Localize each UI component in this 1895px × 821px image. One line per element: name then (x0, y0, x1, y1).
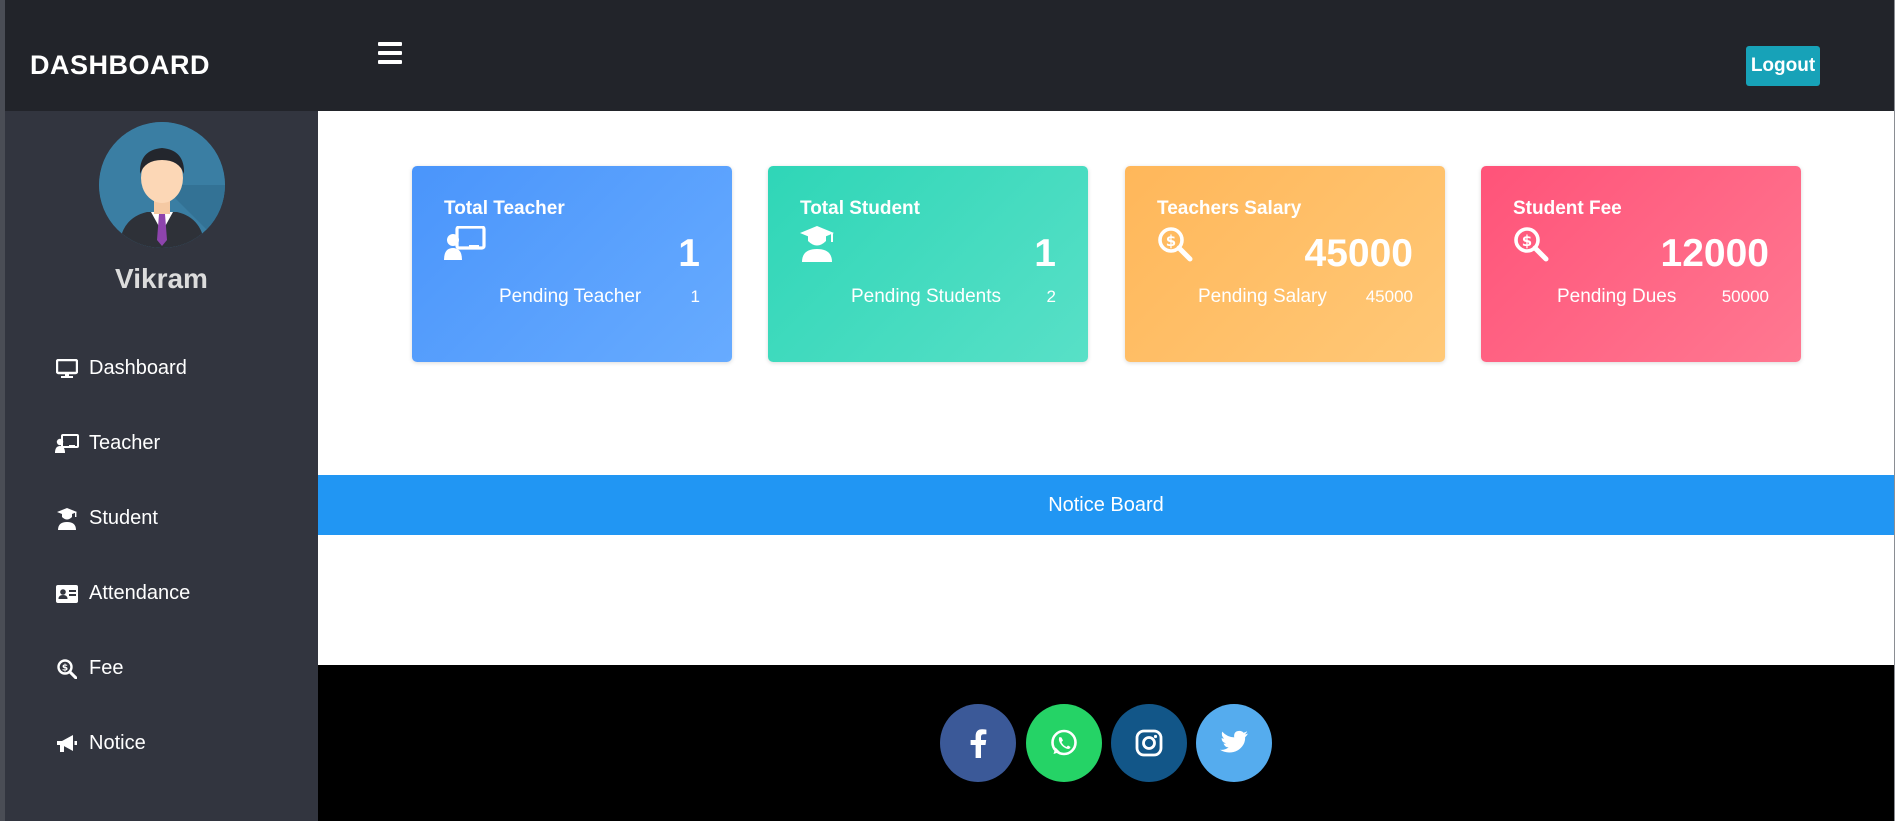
sidebar-item-attendance[interactable]: Attendance (5, 556, 318, 631)
sidebar: Vikram Dashboard Teacher Student Attenda… (5, 111, 318, 821)
stat-card-total-teacher[interactable]: Total Teacher 1 Pending Teacher 1 (412, 166, 732, 362)
sidebar-item-label: Fee (89, 657, 124, 679)
brand-title: DASHBOARD (30, 50, 210, 80)
sidebar-item-student[interactable]: Student (5, 481, 318, 556)
stat-card-teachers-salary[interactable]: Teachers Salary $ 45000 Pending Salary 4… (1125, 166, 1445, 362)
card-value: 12000 (1660, 232, 1769, 275)
teacher-icon (55, 432, 79, 456)
svg-text:$: $ (62, 663, 68, 673)
main-content: Total Teacher 1 Pending Teacher 1 Total … (318, 111, 1894, 665)
svg-text:$: $ (1166, 232, 1176, 250)
user-name: Vikram (115, 263, 208, 294)
search-dollar-icon: $ (1157, 226, 1199, 262)
whatsapp-icon[interactable] (1026, 704, 1102, 782)
monitor-icon (55, 357, 79, 381)
svg-text:$: $ (1522, 232, 1532, 250)
notice-board-header: Notice Board (318, 475, 1894, 535)
card-title: Teachers Salary (1157, 198, 1302, 219)
sidebar-item-label: Student (89, 507, 158, 529)
card-pending-label: Pending Students (851, 286, 1002, 307)
card-value: 1 (1034, 232, 1056, 275)
sidebar-nav: Dashboard Teacher Student Attendance $ F… (5, 331, 318, 781)
card-pending-value: 2 (1046, 287, 1056, 306)
card-pending-value: 1 (690, 287, 700, 306)
card-title: Student Fee (1513, 198, 1622, 219)
card-title: Total Student (800, 198, 920, 219)
card-pending-value: 45000 (1365, 287, 1413, 306)
top-header: DASHBOARD Logout (5, 0, 1894, 111)
footer (318, 665, 1894, 821)
sidebar-item-dashboard[interactable]: Dashboard (5, 331, 318, 406)
search-dollar-icon: $ (1513, 226, 1555, 262)
sidebar-item-fee[interactable]: $ Fee (5, 631, 318, 706)
avatar (99, 122, 225, 248)
card-value: 45000 (1304, 232, 1413, 275)
id-card-icon (55, 582, 79, 606)
card-pending-label: Pending Teacher (499, 286, 642, 307)
sidebar-item-label: Attendance (89, 582, 191, 604)
sidebar-item-label: Notice (89, 732, 146, 754)
twitter-icon[interactable] (1196, 704, 1272, 782)
facebook-icon[interactable] (940, 704, 1016, 782)
stat-card-student-fee[interactable]: Student Fee $ 12000 Pending Dues 50000 (1481, 166, 1801, 362)
card-value: 1 (678, 232, 700, 275)
megaphone-icon (55, 732, 79, 756)
logout-button[interactable]: Logout (1746, 46, 1820, 86)
instagram-icon[interactable] (1111, 704, 1187, 782)
card-pending-value: 50000 (1721, 287, 1769, 306)
menu-toggle-icon[interactable] (378, 42, 402, 64)
stat-cards: Total Teacher 1 Pending Teacher 1 Total … (412, 166, 1812, 362)
sidebar-item-label: Teacher (89, 432, 161, 454)
graduate-icon (55, 507, 79, 531)
card-pending-label: Pending Dues (1557, 286, 1677, 307)
sidebar-item-label: Dashboard (89, 357, 187, 379)
search-dollar-icon: $ (55, 657, 79, 681)
card-title: Total Teacher (444, 198, 565, 219)
sidebar-item-notice[interactable]: Notice (5, 706, 318, 781)
stat-card-total-student[interactable]: Total Student 1 Pending Students 2 (768, 166, 1088, 362)
graduate-icon (800, 226, 842, 262)
teacher-icon (444, 225, 486, 262)
sidebar-item-teacher[interactable]: Teacher (5, 406, 318, 481)
card-pending-label: Pending Salary (1198, 286, 1327, 307)
